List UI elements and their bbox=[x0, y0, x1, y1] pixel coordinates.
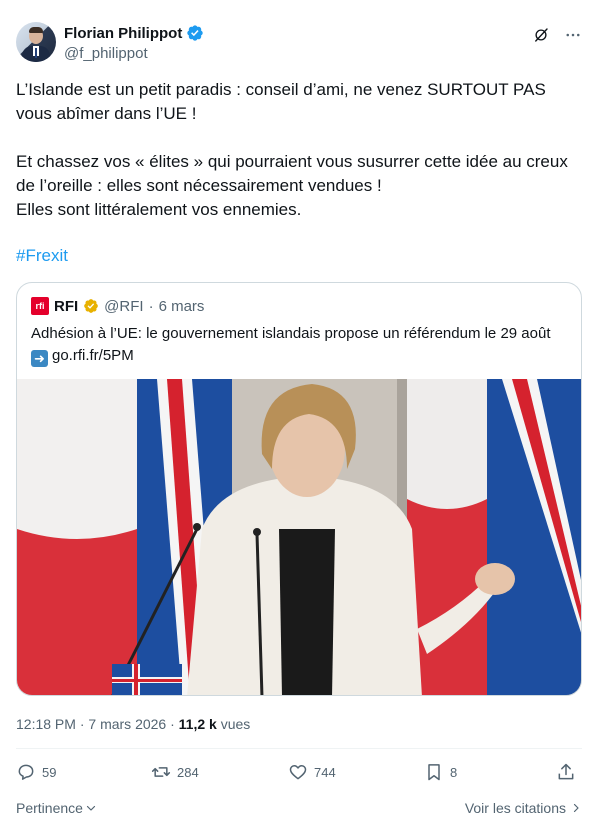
reply-count: 59 bbox=[42, 764, 57, 780]
like-button[interactable]: 744 bbox=[288, 762, 336, 782]
press-conference-photo bbox=[17, 379, 581, 695]
see-quotes-label: Voir les citations bbox=[464, 800, 566, 816]
rfi-logo: rfi bbox=[31, 297, 49, 315]
quoted-tweet[interactable]: rfi RFI @RFI · 6 mars Adhésion à l’UE: l… bbox=[16, 282, 582, 696]
action-bar: 59 284 744 8 bbox=[16, 762, 582, 790]
quoted-separator: · bbox=[148, 297, 154, 315]
repost-count: 284 bbox=[177, 764, 199, 780]
divider bbox=[16, 748, 582, 749]
bookmark-button[interactable]: 8 bbox=[424, 762, 457, 782]
author-name[interactable]: Florian Philippot bbox=[64, 24, 204, 42]
quoted-author-handle: @RFI bbox=[104, 297, 144, 315]
bookmark-count: 8 bbox=[450, 764, 458, 780]
tweet-meta: 12:18 PM · 7 mars 2026 · 11,2 k vues bbox=[16, 716, 250, 732]
share-icon bbox=[558, 763, 574, 780]
hashtag-link[interactable]: #Frexit bbox=[16, 246, 68, 266]
reply-icon bbox=[18, 764, 34, 780]
arrow-right-emoji-icon: ➜ bbox=[31, 350, 48, 367]
sort-label: Pertinence bbox=[16, 800, 83, 816]
meta-separator: · bbox=[79, 716, 85, 732]
share-button[interactable] bbox=[556, 762, 576, 782]
tweet-text: L’Islande est un petit paradis : conseil… bbox=[16, 78, 582, 222]
quoted-tweet-image[interactable] bbox=[17, 379, 581, 695]
tweet-paragraph-2-line-2: Elles sont littéralement vos ennemies. bbox=[16, 200, 302, 219]
like-count: 744 bbox=[314, 764, 336, 780]
quoted-tweet-header: rfi RFI @RFI · 6 mars bbox=[31, 297, 204, 315]
see-quotes-link[interactable]: Voir les citations bbox=[465, 800, 582, 816]
author-handle[interactable]: @f_philippot bbox=[64, 45, 148, 62]
tweet-paragraph-2-line-1: Et chassez vos « élites » qui pourraient… bbox=[16, 152, 568, 195]
tweet-time[interactable]: 12:18 PM bbox=[16, 716, 76, 732]
sort-dropdown[interactable]: Pertinence bbox=[16, 800, 97, 816]
quoted-text-line: Adhésion à l’UE: le gouvernement islanda… bbox=[31, 325, 551, 342]
like-icon bbox=[289, 765, 307, 780]
quoted-tweet-text: Adhésion à l’UE: le gouvernement islanda… bbox=[31, 323, 571, 367]
verified-badge-icon bbox=[187, 25, 204, 41]
tweet-paragraph-1: L’Islande est un petit paradis : conseil… bbox=[16, 80, 546, 123]
tweet-header: Florian Philippot @f_philippot bbox=[16, 20, 582, 68]
more-icon[interactable] bbox=[564, 26, 582, 44]
replies-footer: Pertinence Voir les citations bbox=[16, 800, 582, 818]
views-label: vues bbox=[220, 716, 251, 732]
chevron-right-icon bbox=[573, 803, 579, 813]
author-name-text[interactable]: Florian Philippot bbox=[64, 25, 182, 42]
bookmark-icon bbox=[428, 764, 440, 781]
verified-gold-badge-icon bbox=[84, 299, 99, 313]
quoted-date: 6 mars bbox=[158, 297, 205, 315]
repost-button[interactable]: 284 bbox=[151, 762, 199, 782]
quoted-author-name: RFI bbox=[54, 297, 79, 315]
meta-separator-2: · bbox=[170, 716, 175, 732]
quoted-link[interactable]: go.rfi.fr/5PM bbox=[52, 347, 134, 364]
views-count: 11,2 k bbox=[178, 716, 217, 732]
grok-icon[interactable] bbox=[532, 26, 550, 44]
avatar[interactable] bbox=[16, 22, 56, 62]
repost-icon bbox=[151, 767, 171, 777]
tweet-date[interactable]: 7 mars 2026 bbox=[88, 716, 166, 732]
chevron-down-icon bbox=[86, 805, 96, 811]
reply-button[interactable]: 59 bbox=[16, 762, 56, 782]
